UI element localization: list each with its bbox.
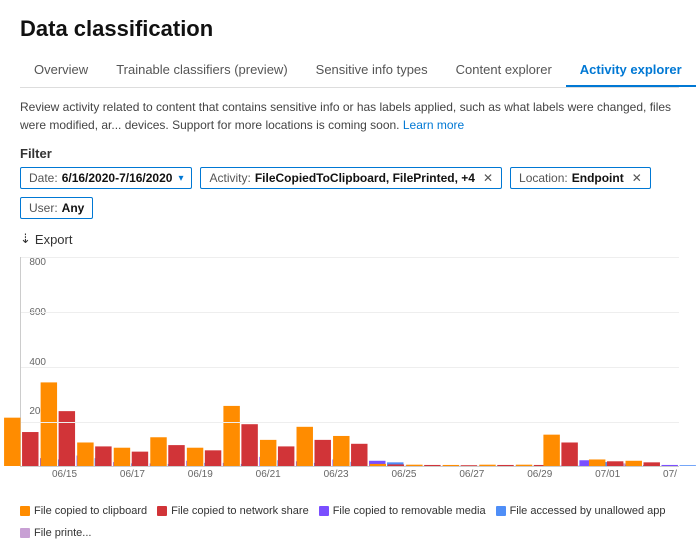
tab-sensitive[interactable]: Sensitive info types (302, 54, 442, 87)
filter-date[interactable]: Date: 6/16/2020-7/16/2020 ▾ (20, 167, 192, 189)
export-label: Export (35, 232, 73, 247)
bar-chart (21, 257, 679, 466)
filter-user-value: Any (62, 201, 85, 215)
page-container: Data classification Overview Trainable c… (0, 0, 699, 555)
filter-location-value: Endpoint (572, 171, 624, 185)
x-label-0627: 06/27 (459, 469, 484, 480)
filter-user[interactable]: User: Any (20, 197, 93, 219)
filter-location-key: Location: (519, 171, 568, 185)
x-label-0701: 07/01 (595, 469, 620, 480)
legend-item-1: File copied to network share (157, 505, 309, 517)
filter-date-key: Date: (29, 171, 58, 185)
legend-item-2: File copied to removable media (319, 505, 486, 517)
tab-trainable[interactable]: Trainable classifiers (preview) (102, 54, 301, 87)
legend-item-3: File accessed by unallowed app (496, 505, 666, 517)
tab-overview[interactable]: Overview (20, 54, 102, 87)
x-label-0621: 06/21 (256, 469, 281, 480)
chart-area: 800 600 400 200 0 06/15 06/17 06/19 06/2… (20, 257, 679, 497)
filter-bar: Date: 6/16/2020-7/16/2020 ▾ Activity: Fi… (20, 167, 679, 219)
x-label-0629: 06/29 (527, 469, 552, 480)
filter-user-key: User: (29, 201, 58, 215)
close-icon[interactable]: ✕ (483, 171, 493, 185)
x-label-0615: 06/15 (52, 469, 77, 480)
legend-color-removable (319, 506, 329, 516)
legend-color-clipboard (20, 506, 30, 516)
filter-activity-value: FileCopiedToClipboard, FilePrinted, +4 (255, 171, 475, 185)
legend-color-unallowed (496, 506, 506, 516)
x-label-0617: 06/17 (120, 469, 145, 480)
x-label-0623: 06/23 (324, 469, 349, 480)
export-button[interactable]: ⇣ Export (20, 231, 72, 247)
learn-more-link[interactable]: Learn more (403, 118, 464, 132)
tab-bar: Overview Trainable classifiers (preview)… (20, 54, 679, 88)
x-label-0625: 06/25 (391, 469, 416, 480)
page-title: Data classification (20, 16, 679, 42)
legend-color-printed (20, 528, 30, 538)
legend-label-clipboard: File copied to clipboard (34, 505, 147, 517)
legend-label-unallowed: File accessed by unallowed app (510, 505, 666, 517)
chevron-down-icon: ▾ (178, 173, 183, 184)
filter-date-value: 6/16/2020-7/16/2020 (62, 171, 173, 185)
filter-activity-key: Activity: (209, 171, 250, 185)
legend-label-removable: File copied to removable media (333, 505, 486, 517)
legend-label-printed: File printe... (34, 527, 91, 539)
tab-activity[interactable]: Activity explorer (566, 54, 696, 87)
x-axis: 06/15 06/17 06/19 06/21 06/23 06/25 06/2… (50, 469, 679, 480)
download-icon: ⇣ (20, 231, 31, 247)
x-label-07: 07/ (663, 469, 677, 480)
description-text: Review activity related to content that … (20, 98, 679, 134)
filter-location[interactable]: Location: Endpoint ✕ (510, 167, 651, 189)
legend-item-0: File copied to clipboard (20, 505, 147, 517)
filter-label: Filter (20, 146, 679, 161)
filter-activity[interactable]: Activity: FileCopiedToClipboard, FilePri… (200, 167, 502, 189)
chart-legend: File copied to clipboard File copied to … (20, 505, 679, 539)
close-icon-location[interactable]: ✕ (632, 171, 642, 185)
legend-color-network (157, 506, 167, 516)
legend-label-network: File copied to network share (171, 505, 309, 517)
x-label-0619: 06/19 (188, 469, 213, 480)
legend-item-4: File printe... (20, 527, 91, 539)
tab-content[interactable]: Content explorer (442, 54, 566, 87)
